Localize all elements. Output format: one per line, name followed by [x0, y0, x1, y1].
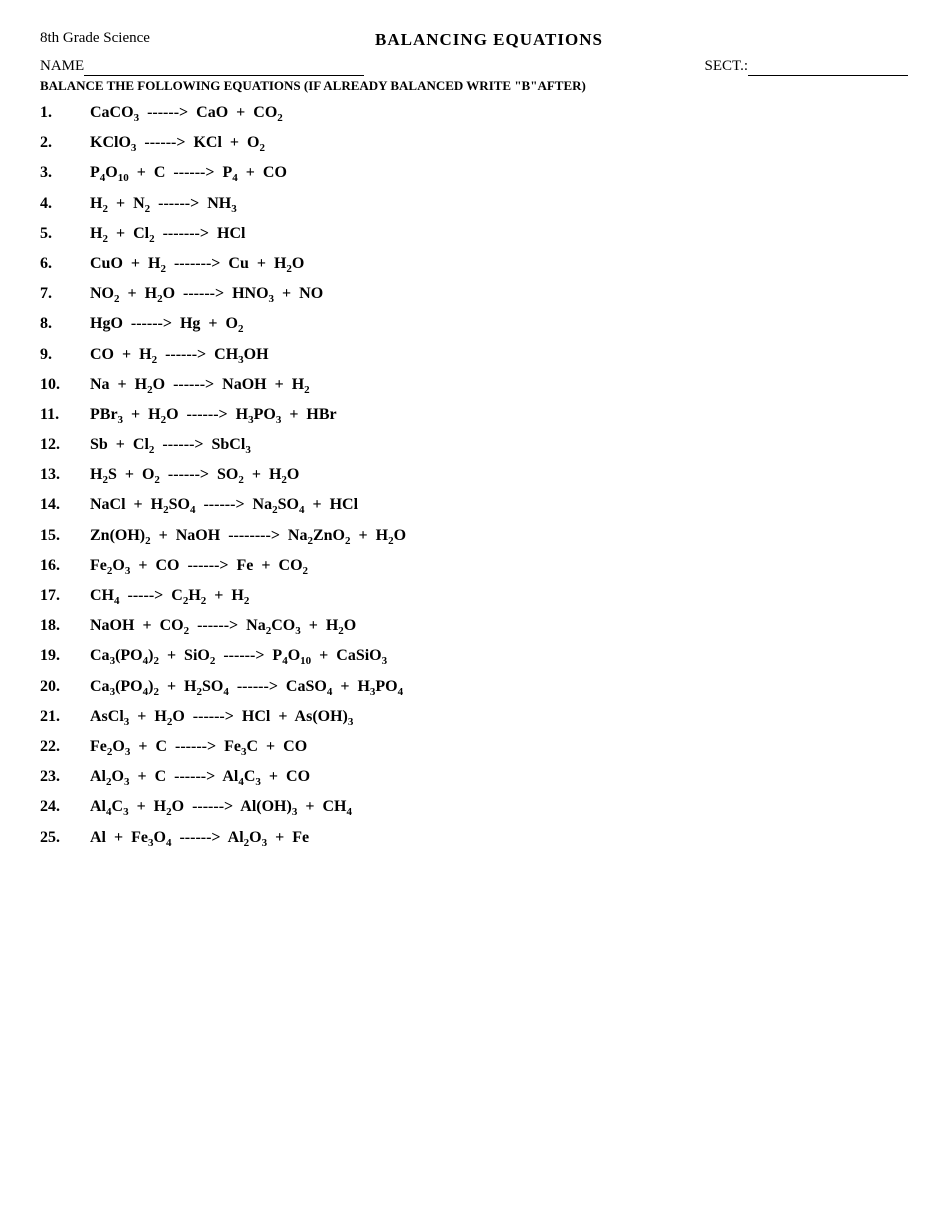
equation-item: 8.HgO ------> Hg + O2: [40, 315, 908, 335]
equation-number: 13.: [40, 466, 90, 484]
equation-item: 18.NaOH + CO2 ------> Na2CO3 + H2O: [40, 617, 908, 637]
equation-number: 11.: [40, 406, 90, 424]
equation-item: 20.Ca3(PO4)2 + H2SO4 ------> CaSO4 + H3P…: [40, 678, 908, 698]
equation-item: 16.Fe2O3 + CO ------> Fe + CO2: [40, 557, 908, 577]
equation-content: Na + H2O ------> NaOH + H2: [90, 376, 908, 396]
equation-number: 6.: [40, 255, 90, 273]
equation-item: 2.KClO3 ------> KCl + O2: [40, 134, 908, 154]
equation-content: Al2O3 + C ------> Al4C3 + CO: [90, 768, 908, 788]
name-underline[interactable]: [84, 58, 364, 76]
equation-content: P4O10 + C ------> P4 + CO: [90, 164, 908, 184]
equation-item: 24.Al4C3 + H2O ------> Al(OH)3 + CH4: [40, 798, 908, 818]
equation-number: 1.: [40, 104, 90, 122]
equation-number: 23.: [40, 768, 90, 786]
header-row: 8th Grade Science BALANCING EQUATIONS: [40, 30, 908, 50]
equation-item: 17.CH4 -----> C2H2 + H2: [40, 587, 908, 607]
equation-content: Sb + Cl2 ------> SbCl3: [90, 436, 908, 456]
sect-field: SECT.:: [705, 58, 908, 76]
sect-label: SECT.:: [705, 58, 748, 74]
equation-number: 3.: [40, 164, 90, 182]
equation-number: 9.: [40, 346, 90, 364]
equation-item: 3.P4O10 + C ------> P4 + CO: [40, 164, 908, 184]
equation-number: 16.: [40, 557, 90, 575]
equation-content: Ca3(PO4)2 + H2SO4 ------> CaSO4 + H3PO4: [90, 678, 908, 698]
equation-item: 10.Na + H2O ------> NaOH + H2: [40, 376, 908, 396]
equation-number: 8.: [40, 315, 90, 333]
equation-item: 7.NO2 + H2O ------> HNO3 + NO: [40, 285, 908, 305]
equation-number: 15.: [40, 527, 90, 545]
equation-number: 12.: [40, 436, 90, 454]
equation-content: AsCl3 + H2O ------> HCl + As(OH)3: [90, 708, 908, 728]
equation-content: NO2 + H2O ------> HNO3 + NO: [90, 285, 908, 305]
equation-content: Fe2O3 + CO ------> Fe + CO2: [90, 557, 908, 577]
instruction-text: BALANCE THE FOLLOWING EQUATIONS (IF ALRE…: [40, 78, 908, 94]
equation-content: PBr3 + H2O ------> H3PO3 + HBr: [90, 406, 908, 426]
equation-content: KClO3 ------> KCl + O2: [90, 134, 908, 154]
equation-item: 13.H2S + O2 ------> SO2 + H2O: [40, 466, 908, 486]
equation-number: 7.: [40, 285, 90, 303]
name-field: NAME: [40, 58, 364, 76]
equation-content: CH4 -----> C2H2 + H2: [90, 587, 908, 607]
equation-content: CO + H2 ------> CH3OH: [90, 346, 908, 366]
equation-number: 20.: [40, 678, 90, 696]
equation-item: 11.PBr3 + H2O ------> H3PO3 + HBr: [40, 406, 908, 426]
equation-number: 18.: [40, 617, 90, 635]
equation-item: 25.Al + Fe3O4 ------> Al2O3 + Fe: [40, 829, 908, 849]
equation-list: 1.CaCO3 ------> CaO + CO22.KClO3 ------>…: [40, 104, 908, 849]
equation-content: CuO + H2 -------> Cu + H2O: [90, 255, 908, 275]
equation-number: 25.: [40, 829, 90, 847]
equation-content: Zn(OH)2 + NaOH --------> Na2ZnO2 + H2O: [90, 527, 908, 547]
equation-number: 10.: [40, 376, 90, 394]
equation-item: 21.AsCl3 + H2O ------> HCl + As(OH)3: [40, 708, 908, 728]
equation-number: 24.: [40, 798, 90, 816]
equation-content: H2 + Cl2 -------> HCl: [90, 225, 908, 245]
equation-content: Al4C3 + H2O ------> Al(OH)3 + CH4: [90, 798, 908, 818]
equation-content: NaOH + CO2 ------> Na2CO3 + H2O: [90, 617, 908, 637]
equation-content: Fe2O3 + C ------> Fe3C + CO: [90, 738, 908, 758]
equation-number: 2.: [40, 134, 90, 152]
equation-content: H2S + O2 ------> SO2 + H2O: [90, 466, 908, 486]
equation-item: 19.Ca3(PO4)2 + SiO2 ------> P4O10 + CaSi…: [40, 647, 908, 667]
equation-content: H2 + N2 ------> NH3: [90, 195, 908, 215]
equation-item: 9.CO + H2 ------> CH3OH: [40, 346, 908, 366]
name-sect-row: NAME SECT.:: [40, 58, 908, 76]
equation-number: 4.: [40, 195, 90, 213]
equation-number: 22.: [40, 738, 90, 756]
equation-item: 14.NaCl + H2SO4 ------> Na2SO4 + HCl: [40, 496, 908, 516]
page-title: BALANCING EQUATIONS: [375, 30, 603, 50]
equation-item: 1.CaCO3 ------> CaO + CO2: [40, 104, 908, 124]
name-label: NAME: [40, 58, 84, 74]
equation-content: Ca3(PO4)2 + SiO2 ------> P4O10 + CaSiO3: [90, 647, 908, 667]
equation-item: 4.H2 + N2 ------> NH3: [40, 195, 908, 215]
equation-item: 6.CuO + H2 -------> Cu + H2O: [40, 255, 908, 275]
equation-number: 5.: [40, 225, 90, 243]
equation-number: 14.: [40, 496, 90, 514]
equation-number: 19.: [40, 647, 90, 665]
sect-underline[interactable]: [748, 58, 908, 76]
equation-item: 23.Al2O3 + C ------> Al4C3 + CO: [40, 768, 908, 788]
equation-content: HgO ------> Hg + O2: [90, 315, 908, 335]
equation-item: 15.Zn(OH)2 + NaOH --------> Na2ZnO2 + H2…: [40, 527, 908, 547]
equation-item: 5.H2 + Cl2 -------> HCl: [40, 225, 908, 245]
equation-item: 22.Fe2O3 + C ------> Fe3C + CO: [40, 738, 908, 758]
equation-number: 21.: [40, 708, 90, 726]
equation-content: Al + Fe3O4 ------> Al2O3 + Fe: [90, 829, 908, 849]
equation-content: CaCO3 ------> CaO + CO2: [90, 104, 908, 124]
equation-number: 17.: [40, 587, 90, 605]
equation-content: NaCl + H2SO4 ------> Na2SO4 + HCl: [90, 496, 908, 516]
equation-item: 12.Sb + Cl2 ------> SbCl3: [40, 436, 908, 456]
subject-label: 8th Grade Science: [40, 30, 150, 47]
page-wrapper: 8th Grade Science BALANCING EQUATIONS NA…: [40, 30, 908, 849]
